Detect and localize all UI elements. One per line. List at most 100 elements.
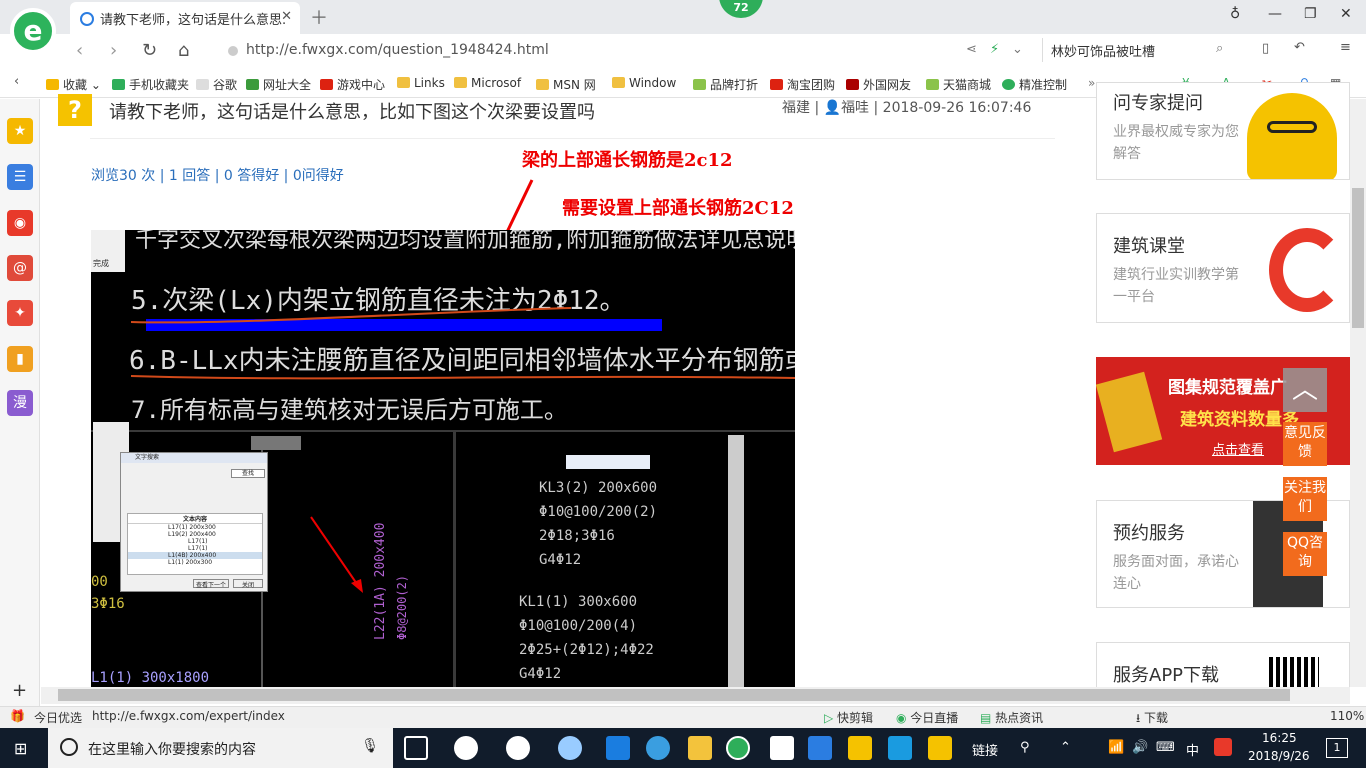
back-icon[interactable]: ‹ — [76, 40, 83, 61]
back-to-top-icon[interactable]: ︿ — [1283, 368, 1327, 412]
cad-toolbar[interactable] — [566, 455, 650, 469]
search-input[interactable]: 林妙可饰品被吐槽 — [1042, 38, 1242, 62]
bookmark-12[interactable]: 天猫商城 — [926, 76, 991, 93]
result-row[interactable]: L17(1) — [128, 538, 262, 545]
close-dialog-button[interactable]: 关闭 — [233, 579, 263, 589]
site-info-icon[interactable] — [228, 46, 238, 56]
result-row[interactable]: L17(1) — [128, 545, 262, 552]
notes-icon[interactable] — [848, 736, 872, 760]
bookmark-7[interactable]: MSN 网 — [536, 76, 596, 93]
mic-icon[interactable]: 🎙 — [361, 738, 379, 754]
bookmark-2[interactable]: 谷歌 — [196, 76, 237, 93]
result-row[interactable]: L1(4B) 200x400 — [128, 552, 262, 559]
keyboard-icon[interactable]: ⌨ — [1156, 740, 1175, 755]
links-toolbar[interactable]: 链接 — [972, 740, 998, 759]
next-button[interactable]: 查看下一个 — [193, 579, 229, 589]
bookmark-8[interactable]: Window — [612, 76, 676, 90]
browser-tab[interactable]: 请教下老师，这句话是什么意思. ✕ — [70, 2, 300, 34]
question-stats[interactable]: 浏览30 次 | 1 回答 | 0 答得好 | 0问得好 — [91, 165, 344, 185]
windows-start-icon[interactable]: ⊞ — [14, 739, 27, 758]
zoom-level[interactable]: 110% — [1330, 709, 1364, 723]
shirt-icon[interactable]: ♁ — [1230, 6, 1240, 22]
volume-icon[interactable]: 🔊 — [1132, 740, 1148, 755]
notification-center-icon[interactable]: 1 — [1326, 738, 1348, 758]
result-row[interactable]: L17(1) 200x300 — [128, 524, 262, 531]
clock-time[interactable]: 16:25 — [1262, 731, 1297, 745]
browser-logo-icon[interactable]: e — [10, 8, 56, 54]
phone-icon[interactable]: ▯ — [1262, 41, 1269, 56]
file-explorer-icon[interactable] — [688, 736, 712, 760]
result-row[interactable]: L1(1) 200x300 — [128, 559, 262, 566]
new-tab-icon[interactable]: ＋ — [310, 4, 328, 30]
comic-icon[interactable]: 漫 — [7, 390, 33, 416]
bookmark-6[interactable]: Microsof — [454, 76, 521, 90]
collapse-icon[interactable]: ‹ — [14, 74, 19, 89]
dialog-results[interactable]: 文本内容 L17(1) 200x300 L19(2) 200x400 L17(1… — [127, 513, 263, 575]
fan-app-icon[interactable] — [454, 736, 478, 760]
undo-icon[interactable]: ↶ — [1294, 40, 1305, 55]
restore-icon[interactable]: ❐ — [1304, 6, 1317, 22]
g-app-icon[interactable] — [808, 736, 832, 760]
bookmark-9[interactable]: 品牌打折 — [693, 76, 758, 93]
search-icon[interactable]: ⌕ — [1216, 41, 1223, 56]
qq-button[interactable]: QQ咨询 — [1283, 532, 1327, 576]
bookmark-10[interactable]: 淘宝团购 — [770, 76, 835, 93]
taskbar-search[interactable]: 在这里输入你要搜索的内容 🎙 — [48, 728, 393, 768]
vertical-scroll-thumb[interactable] — [1352, 188, 1364, 328]
game-icon[interactable]: ✦ — [7, 300, 33, 326]
mail-icon[interactable]: @ — [7, 255, 33, 281]
active-browser-icon[interactable] — [726, 736, 750, 760]
close-window-icon[interactable]: ✕ — [1340, 6, 1352, 22]
edge-legacy-icon[interactable] — [506, 736, 530, 760]
clock-date[interactable]: 2018/9/26 — [1248, 749, 1310, 763]
bookmark-11[interactable]: 外国网友 — [846, 76, 911, 93]
bookmark-1[interactable]: 手机收藏夹 — [112, 76, 189, 93]
star-icon[interactable]: ★ — [7, 118, 33, 144]
news-icon[interactable]: ☰ — [7, 164, 33, 190]
chevron-down-icon[interactable]: ⌄ — [1012, 42, 1023, 57]
status-item-3[interactable]: ⭳ 下载 — [1136, 709, 1168, 730]
classroom-card[interactable]: 建筑课堂 建筑行业实训教学第一平台 — [1096, 213, 1350, 323]
wifi-icon[interactable]: 📶 — [1108, 740, 1124, 755]
bolt-icon[interactable]: ⚡ — [990, 42, 999, 57]
close-tab-icon[interactable]: ✕ — [281, 9, 292, 24]
plus-app-icon[interactable] — [888, 736, 912, 760]
ime-indicator[interactable]: 中 — [1186, 740, 1199, 759]
done-button[interactable]: 完成 — [93, 258, 109, 269]
tray-chevron-icon[interactable]: ⌃ — [1060, 740, 1071, 755]
today-picks[interactable]: 今日优选 — [34, 709, 82, 726]
horizontal-scroll-thumb[interactable] — [58, 689, 1290, 701]
status-item-2[interactable]: ▤ 热点资讯 — [980, 709, 1043, 726]
bookmark-4[interactable]: 游戏中心 — [320, 76, 385, 93]
bookmark-3[interactable]: 网址大全 — [246, 76, 311, 93]
gift-icon[interactable]: 🎁 — [10, 709, 25, 723]
bookmark-13[interactable]: 精准控制 — [1002, 76, 1067, 93]
author-link[interactable]: 福哇 — [841, 100, 869, 116]
help-app-icon[interactable] — [928, 736, 952, 760]
bookmark-5[interactable]: Links — [397, 76, 445, 90]
mail-app-icon[interactable] — [770, 736, 794, 760]
sogou-icon[interactable] — [1214, 738, 1232, 756]
dialog-search-button[interactable]: 查找 — [231, 469, 265, 478]
expert-card[interactable]: 问专家提问 业界最权威专家为您解答 — [1096, 82, 1350, 180]
cortana-icon[interactable] — [60, 738, 78, 756]
follow-button[interactable]: 关注我们 — [1283, 477, 1327, 521]
share-icon[interactable]: ⋖ — [966, 42, 977, 57]
home-icon[interactable]: ⌂ — [178, 40, 189, 61]
ie-icon[interactable] — [646, 736, 670, 760]
forward-icon[interactable]: › — [110, 40, 117, 61]
task-view-icon[interactable] — [404, 736, 428, 760]
status-item-1[interactable]: ◉ 今日直播 — [896, 709, 958, 726]
person-icon[interactable]: ⚲ — [1020, 740, 1030, 755]
edge-icon[interactable] — [606, 736, 630, 760]
result-row[interactable]: L19(2) 200x400 — [128, 531, 262, 538]
more-bookmarks-icon[interactable]: » — [1088, 76, 1095, 90]
menu-icon[interactable]: ≡ — [1340, 40, 1351, 55]
book-icon[interactable]: ▮ — [7, 346, 33, 372]
url-field[interactable]: http://e.fwxgx.com/question_1948424.html — [222, 38, 1032, 64]
banner-cta[interactable]: 点击查看 — [1212, 439, 1264, 458]
weibo-icon[interactable]: ◉ — [7, 210, 33, 236]
feedback-button[interactable]: 意见反馈 — [1283, 422, 1327, 466]
minimize-icon[interactable]: — — [1268, 6, 1282, 22]
360-browser-icon[interactable] — [558, 736, 582, 760]
